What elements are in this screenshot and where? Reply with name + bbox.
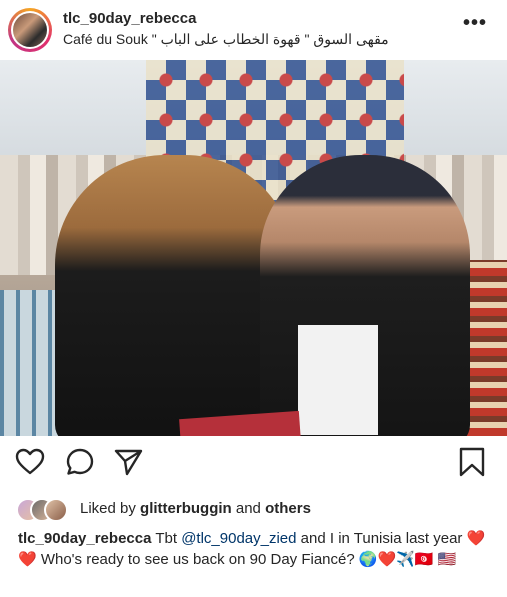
- action-bar: [0, 446, 507, 490]
- liked-by-text: Liked by glitterbuggin and others: [80, 500, 311, 517]
- liked-by-and: and: [235, 500, 261, 517]
- photo-shirt: [298, 325, 378, 435]
- caption-mention[interactable]: @tlc_90day_zied: [181, 530, 296, 547]
- liked-by-prefix: Liked by: [80, 500, 136, 517]
- photo-person-woman: [55, 155, 295, 436]
- profile-avatar[interactable]: [8, 8, 52, 52]
- liked-by-others[interactable]: others: [265, 500, 311, 517]
- liker-avatar[interactable]: [44, 498, 68, 522]
- caption-username[interactable]: tlc_90day_rebecca: [18, 530, 151, 547]
- post-caption: tlc_90day_rebecca Tbt @tlc_90day_zied an…: [18, 528, 488, 570]
- post-header: tlc_90day_rebecca Café du Souk " مقهى ال…: [0, 0, 507, 60]
- liked-by-user[interactable]: glitterbuggin: [140, 500, 232, 517]
- bookmark-icon[interactable]: [456, 446, 488, 478]
- more-options-icon[interactable]: •••: [463, 12, 487, 35]
- comment-icon[interactable]: [64, 446, 96, 478]
- heart-icon[interactable]: [14, 446, 46, 478]
- post-photo[interactable]: [0, 60, 507, 436]
- send-icon[interactable]: [112, 446, 144, 478]
- post-location[interactable]: Café du Souk " مقهى السوق " قهوة الخطاب …: [63, 31, 389, 48]
- post-username[interactable]: tlc_90day_rebecca: [63, 10, 196, 27]
- avatar-ring-gap: [11, 11, 49, 49]
- avatar-photo: [13, 13, 47, 47]
- caption-text-1: Tbt: [151, 530, 182, 547]
